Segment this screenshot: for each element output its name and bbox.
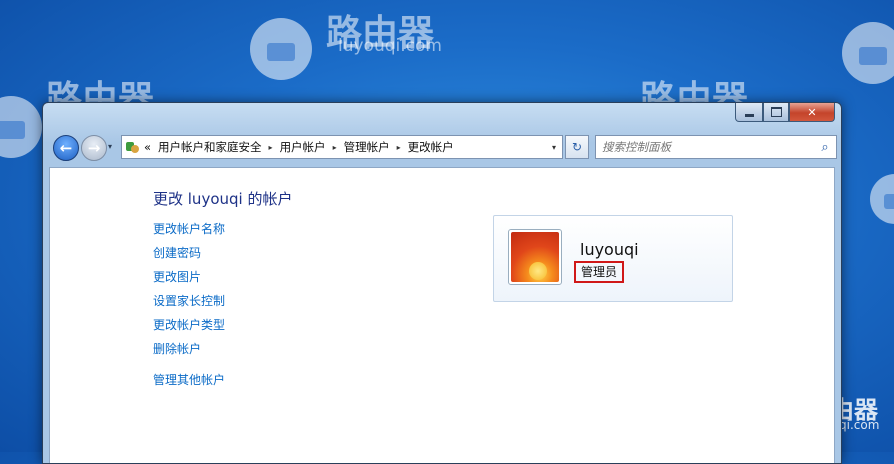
watermark-logo-icon xyxy=(250,18,312,80)
watermark-logo-icon xyxy=(870,174,894,224)
change-account-name-link[interactable]: 更改帐户名称 xyxy=(153,222,225,246)
breadcrumb-change-account[interactable]: 更改帐户 xyxy=(408,139,454,155)
user-name: luyouqi xyxy=(580,240,639,259)
search-icon[interactable]: ⌕ xyxy=(814,140,836,155)
watermark-logo-icon xyxy=(0,96,42,158)
create-password-link[interactable]: 创建密码 xyxy=(153,246,225,270)
caption-buttons: ✕ xyxy=(735,103,835,122)
breadcrumb-user-accounts[interactable]: 用户帐户 xyxy=(280,139,326,155)
page-title: 更改 luyouqi 的帐户 xyxy=(153,190,293,208)
breadcrumb-overflow[interactable]: « xyxy=(144,140,151,154)
change-picture-link[interactable]: 更改图片 xyxy=(153,270,225,294)
control-panel-window: ✕ ← → ▾ « 用户帐户和家庭安全 ▸ 用户帐户 ▸ 管理帐户 ▸ 更改帐户… xyxy=(42,102,842,464)
maximize-button[interactable] xyxy=(763,103,789,122)
change-account-type-link[interactable]: 更改帐户类型 xyxy=(153,318,225,342)
search-box: ⌕ xyxy=(595,135,837,159)
breadcrumb-separator-icon[interactable]: ▸ xyxy=(397,143,401,152)
minimize-icon xyxy=(744,113,754,117)
forward-button[interactable]: → xyxy=(81,135,107,161)
delete-account-link[interactable]: 删除帐户 xyxy=(153,342,225,366)
search-input[interactable] xyxy=(596,139,814,155)
back-button[interactable]: ← xyxy=(53,135,79,161)
navigation-toolbar: ← → ▾ « 用户帐户和家庭安全 ▸ 用户帐户 ▸ 管理帐户 ▸ 更改帐户 ▾… xyxy=(49,133,837,161)
breadcrumb-separator-icon[interactable]: ▸ xyxy=(333,143,337,152)
watermark-logo-icon xyxy=(842,22,894,84)
refresh-icon: ↻ xyxy=(571,140,583,154)
flower-picture-icon xyxy=(511,232,559,282)
maximize-icon xyxy=(770,107,782,117)
address-bar[interactable]: « 用户帐户和家庭安全 ▸ 用户帐户 ▸ 管理帐户 ▸ 更改帐户 ▾ xyxy=(121,135,563,159)
user-card: luyouqi 管理员 xyxy=(493,215,733,302)
task-links: 更改帐户名称 创建密码 更改图片 设置家长控制 更改帐户类型 删除帐户 管理其他… xyxy=(153,222,225,397)
breadcrumb-family-safety[interactable]: 用户帐户和家庭安全 xyxy=(158,139,262,155)
address-dropdown-icon[interactable]: ▾ xyxy=(552,143,556,152)
refresh-button[interactable]: ↻ xyxy=(565,135,589,159)
watermark-url: luyouqi.com xyxy=(338,36,442,56)
breadcrumb-manage-accounts[interactable]: 管理帐户 xyxy=(344,139,390,155)
close-button[interactable]: ✕ xyxy=(789,103,835,122)
content-pane: 更改 luyouqi 的帐户 更改帐户名称 创建密码 更改图片 设置家长控制 更… xyxy=(49,167,835,463)
minimize-button[interactable] xyxy=(735,103,763,122)
breadcrumb-separator-icon[interactable]: ▸ xyxy=(269,143,273,152)
back-arrow-icon: ← xyxy=(59,139,73,157)
parental-controls-link[interactable]: 设置家长控制 xyxy=(153,294,225,318)
avatar xyxy=(508,229,562,285)
user-accounts-icon xyxy=(126,140,140,154)
manage-other-accounts-link[interactable]: 管理其他帐户 xyxy=(153,373,225,397)
forward-arrow-icon: → xyxy=(87,139,101,157)
user-role-badge: 管理员 xyxy=(574,261,625,283)
recent-pages-dropdown-icon[interactable]: ▾ xyxy=(108,142,112,151)
close-icon: ✕ xyxy=(807,105,817,119)
